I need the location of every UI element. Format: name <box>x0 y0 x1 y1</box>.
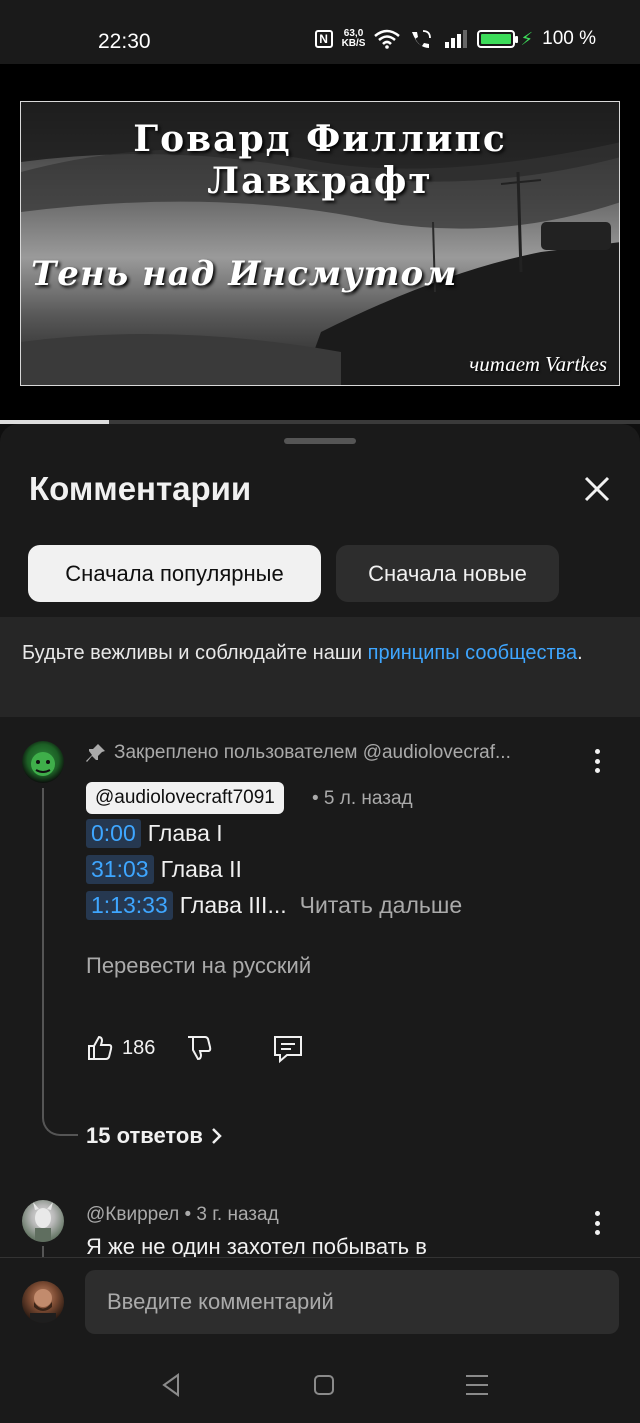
sort-new-chip[interactable]: Сначала новые <box>336 545 559 602</box>
avatar-image <box>31 752 55 776</box>
comment-input[interactable]: Введите комментарий <box>85 1270 619 1334</box>
cover-subtitle: Тень над Инсмутом <box>31 254 458 294</box>
avatar[interactable] <box>22 741 64 783</box>
dislike-button[interactable] <box>185 1034 213 1062</box>
video-cover-image: Говард Филлипс Лавкрафт Тень над Инсмуто… <box>20 101 620 386</box>
signal-icon <box>445 30 468 48</box>
author-badge[interactable]: @audiolovecraft7091 <box>86 782 284 814</box>
avatar-image <box>30 1289 56 1323</box>
community-guidelines-notice: Будьте вежливы и соблюдайте наши принцип… <box>0 617 640 717</box>
avatar-image <box>33 1202 53 1242</box>
comment-time: • 5 л. назад <box>312 788 413 809</box>
battery-icon <box>477 30 519 48</box>
comment-menu-button[interactable] <box>585 746 609 776</box>
status-icons: N 63,0 KB/S ⚡ 100 % <box>314 28 596 50</box>
cover-title: Говард Филлипс Лавкрафт <box>133 118 507 202</box>
home-icon[interactable] <box>309 1370 339 1400</box>
read-more-link[interactable]: Читать дальше <box>300 892 463 919</box>
drag-handle[interactable] <box>284 438 356 444</box>
comment-time: • 3 г. назад <box>184 1204 279 1225</box>
comment-menu-button[interactable] <box>585 1208 609 1238</box>
status-time: 22:30 <box>98 30 151 53</box>
back-icon[interactable] <box>156 1370 186 1400</box>
pinned-label: Закреплено пользователем @audiolovecraf.… <box>86 742 566 764</box>
like-button[interactable]: 186 <box>86 1034 155 1062</box>
chevron-right-icon <box>211 1128 222 1144</box>
system-nav-bar <box>0 1348 640 1423</box>
pin-icon <box>86 744 105 762</box>
cover-reader: читает Vartkes <box>469 352 607 376</box>
timestamp-link[interactable]: 31:03 <box>86 855 154 884</box>
battery-percent: 100 % <box>542 28 596 49</box>
volte-call-icon <box>412 30 432 48</box>
comments-title: Комментарии <box>29 470 252 507</box>
chapter-line: 31:03 Глава II <box>86 855 242 884</box>
video-player[interactable]: Говард Филлипс Лавкрафт Тень над Инсмуто… <box>0 64 640 424</box>
nfc-icon: N <box>314 30 333 48</box>
reply-icon <box>274 1036 302 1064</box>
like-count: 186 <box>122 1036 156 1059</box>
timestamp-link[interactable]: 0:00 <box>86 819 141 848</box>
chapter-line: 1:13:33 Глава III... Читать дальше <box>86 891 462 920</box>
status-bar: 22:30 N 63,0 KB/S ⚡ 100 % <box>0 0 640 64</box>
timestamp-link[interactable]: 1:13:33 <box>86 891 173 920</box>
avatar[interactable] <box>22 1200 64 1242</box>
comment-author[interactable]: @Квиррел <box>86 1204 179 1225</box>
thread-line <box>42 788 78 1136</box>
close-icon[interactable] <box>578 470 616 508</box>
menu-icon[interactable] <box>462 1370 492 1400</box>
replies-button[interactable]: 15 ответов <box>86 1123 225 1149</box>
charging-icon: ⚡ <box>520 28 534 49</box>
user-avatar <box>22 1281 64 1323</box>
thumbs-down-icon <box>188 1036 212 1061</box>
sort-popular-chip[interactable]: Сначала популярные <box>28 545 321 602</box>
community-guidelines-link[interactable]: принципы сообщества <box>368 642 578 664</box>
comment-header: @Квиррел • 3 г. назад <box>86 1204 279 1226</box>
wifi-icon <box>374 29 401 49</box>
comments-sheet: Комментарии Сначала популярные Сначала н… <box>0 424 640 1423</box>
reply-button[interactable] <box>272 1034 304 1064</box>
network-speed: 63,0 KB/S <box>341 28 366 49</box>
translate-button[interactable]: Перевести на русский <box>86 953 311 979</box>
thumbs-up-icon <box>88 1035 113 1060</box>
chapter-line: 0:00 Глава I <box>86 819 223 848</box>
